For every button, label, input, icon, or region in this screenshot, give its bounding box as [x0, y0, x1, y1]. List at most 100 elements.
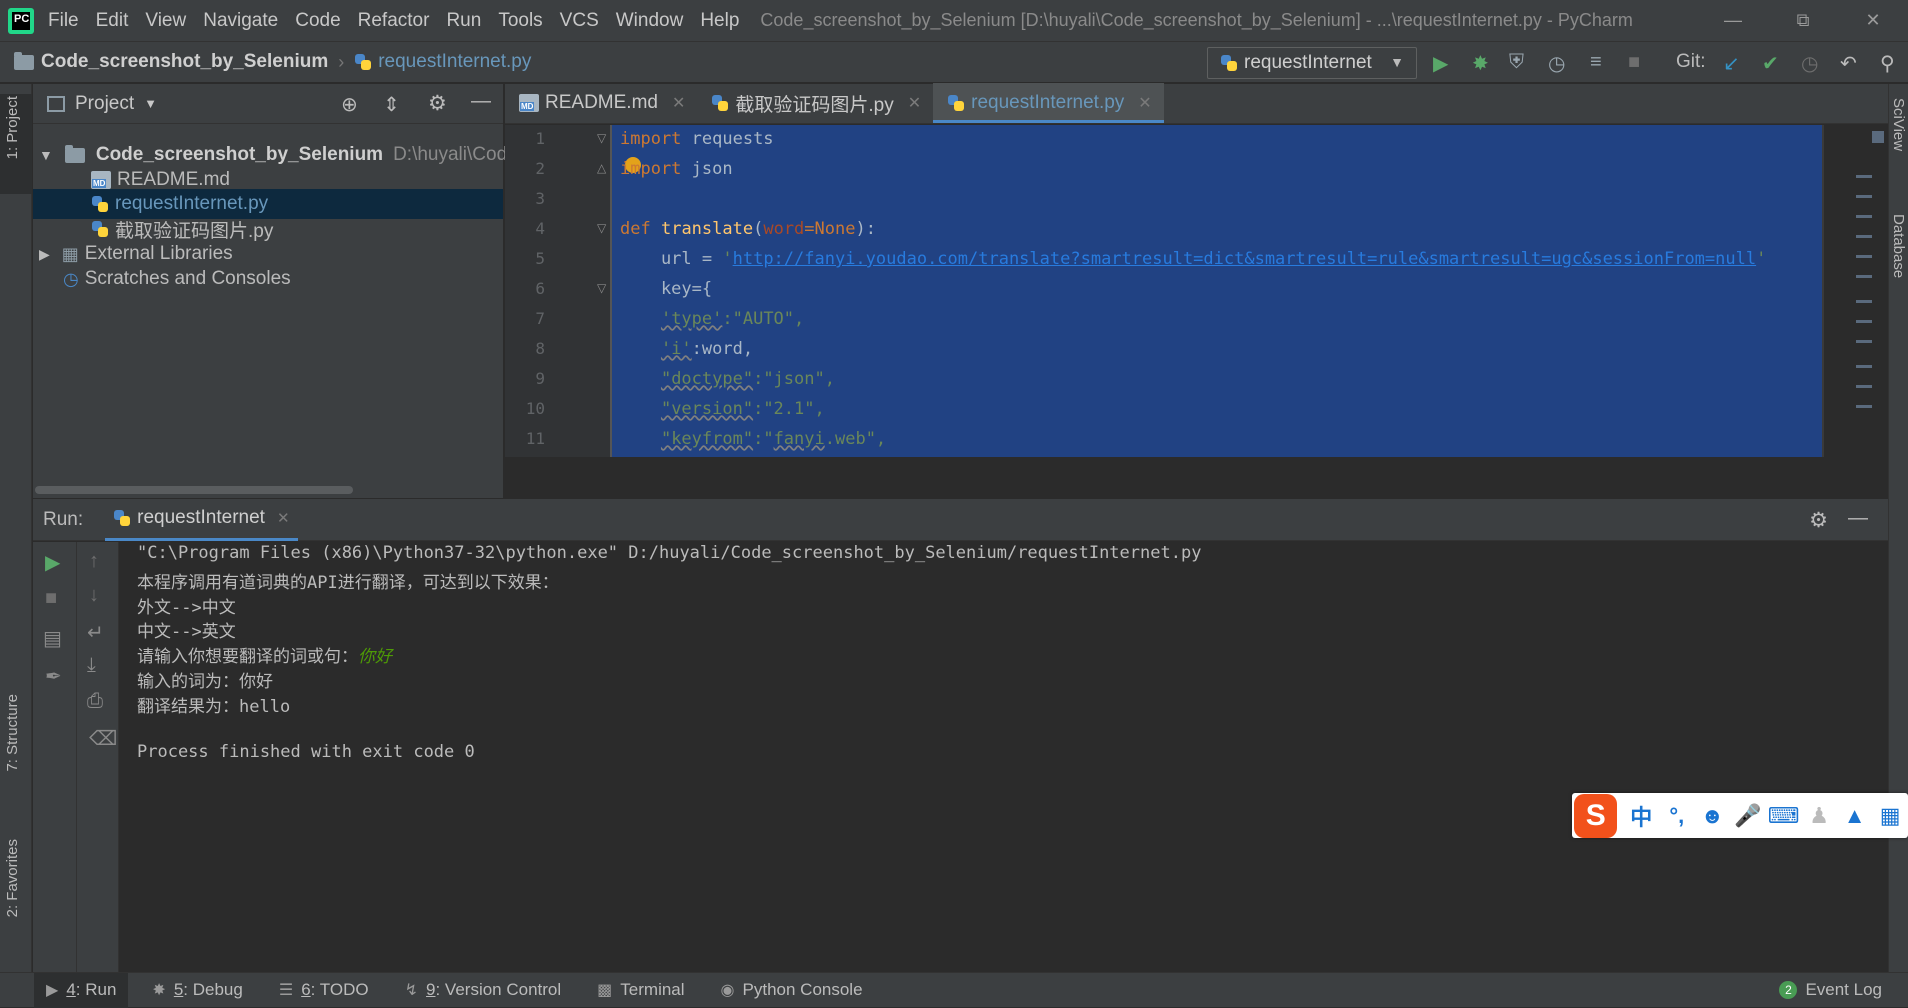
ime-punctuation-toggle[interactable]: °,	[1659, 803, 1695, 829]
right-tool-strip: SciView Database	[1888, 84, 1908, 972]
bottom-tab-python-console[interactable]: ◉ Python Console	[709, 973, 875, 1008]
tab-requestinternet[interactable]: requestInternet.py ✕	[933, 83, 1164, 123]
scratches-icon: ◷	[63, 268, 79, 289]
minimize-button[interactable]: —	[1698, 0, 1768, 41]
inspection-status-icon[interactable]	[1872, 131, 1884, 143]
profile-icon[interactable]: ◷	[1548, 51, 1565, 76]
run-icon[interactable]: ▶	[1433, 51, 1448, 76]
stop-icon[interactable]: ■	[1628, 51, 1640, 74]
bottom-tab-run[interactable]: ▶ 4: Run	[34, 972, 129, 1008]
editor-scroll-markers[interactable]	[1822, 125, 1888, 457]
collapse-all-icon[interactable]: ⇕	[383, 92, 400, 117]
skin-icon[interactable]: ▲	[1837, 803, 1873, 829]
menu-navigate[interactable]: Navigate	[203, 10, 278, 32]
menu-code[interactable]: Code	[295, 10, 340, 32]
hide-panel-icon[interactable]: —	[471, 90, 491, 113]
search-icon[interactable]: ⚲	[1880, 51, 1895, 76]
down-arrow-icon[interactable]: ↓	[89, 584, 99, 607]
trash-icon[interactable]: ⌫	[89, 726, 117, 751]
event-log-button[interactable]: 2 Event Log	[1767, 973, 1894, 1008]
tool-tab-structure[interactable]: 7: Structure	[4, 694, 21, 772]
fold-icon[interactable]: ▽	[597, 131, 606, 145]
close-tab-icon[interactable]: ✕	[1138, 93, 1151, 113]
hide-panel-icon[interactable]: —	[1848, 507, 1868, 530]
console-output[interactable]: "C:\Program Files (x86)\Python37-32\pyth…	[137, 543, 1877, 963]
gear-icon[interactable]: ⚙	[428, 91, 447, 116]
tool-tab-database[interactable]: Database	[1890, 214, 1907, 278]
line-number: 1	[535, 129, 545, 148]
close-tab-icon[interactable]: ✕	[277, 509, 290, 527]
git-update-icon[interactable]: ↙	[1723, 51, 1740, 76]
editor-panel: README.md ✕ 截取验证码图片.py ✕ requestInternet…	[505, 83, 1888, 498]
rollback-icon[interactable]: ↶	[1840, 51, 1857, 76]
menu-file[interactable]: File	[48, 10, 79, 32]
soft-wrap-icon[interactable]: ↵	[87, 620, 104, 645]
folder-icon	[14, 51, 34, 70]
code-area[interactable]: import requests import json def translat…	[612, 125, 1822, 457]
concurrency-icon[interactable]: ≡	[1590, 51, 1602, 74]
menu-refactor[interactable]: Refactor	[358, 10, 430, 32]
keyboard-icon[interactable]: ⌨	[1766, 803, 1802, 829]
breadcrumb-file[interactable]: requestInternet.py	[354, 51, 531, 73]
bottom-tab-debug[interactable]: ✸ 5: Debug	[140, 973, 254, 1008]
menu-help[interactable]: Help	[700, 10, 739, 32]
menu-window[interactable]: Window	[616, 10, 684, 32]
tree-scratches[interactable]: ◷ Scratches and Consoles	[63, 264, 291, 294]
print-icon[interactable]: ⎙	[87, 690, 103, 713]
coverage-icon[interactable]: ⛨	[1509, 51, 1524, 74]
code-line-10: "version":"2.1",	[660, 399, 825, 419]
breadcrumb-project[interactable]: Code_screenshot_by_Selenium	[14, 51, 328, 73]
fold-icon[interactable]: ▽	[597, 281, 606, 295]
chevron-down-icon[interactable]: ▼	[144, 96, 157, 111]
gear-icon[interactable]: ⚙	[1809, 508, 1828, 533]
line-number: 4	[535, 219, 545, 238]
horizontal-scrollbar[interactable]	[35, 486, 353, 494]
tab-captcha-script[interactable]: 截取验证码图片.py ✕	[697, 83, 933, 123]
project-view-selector[interactable]: Project	[75, 93, 134, 115]
line-number: 2	[535, 159, 545, 178]
scroll-to-end-icon[interactable]: ⤓	[87, 654, 96, 677]
run-tab[interactable]: requestInternet ✕	[105, 499, 298, 541]
line-number: 6	[535, 279, 545, 298]
scroll-mark	[1856, 275, 1872, 278]
git-commit-icon[interactable]: ✔	[1762, 51, 1779, 76]
menu-vcs[interactable]: VCS	[560, 10, 599, 32]
code-line-9: "doctype":"json",	[660, 369, 835, 389]
close-tab-icon[interactable]: ✕	[908, 93, 921, 113]
microphone-icon[interactable]: 🎤	[1730, 803, 1766, 829]
stop-icon[interactable]: ■	[45, 587, 57, 610]
close-window-button[interactable]: ✕	[1838, 0, 1908, 41]
up-arrow-icon[interactable]: ↑	[89, 550, 99, 573]
tool-tab-favorites[interactable]: 2: Favorites	[4, 839, 21, 917]
bottom-tab-terminal[interactable]: ▩ Terminal	[585, 973, 696, 1008]
rerun-icon[interactable]: ▶	[45, 550, 60, 575]
pin-icon[interactable]: ✒	[45, 664, 62, 689]
ime-mode-toggle[interactable]: 中	[1623, 800, 1659, 832]
fold-icon[interactable]: △	[597, 161, 606, 175]
bottom-tab-todo[interactable]: ☰ 6: TODO	[267, 973, 381, 1008]
close-tab-icon[interactable]: ✕	[672, 93, 685, 113]
tool-tab-project[interactable]: 1: Project	[4, 96, 21, 159]
tab-readme[interactable]: README.md ✕	[505, 83, 697, 123]
user-icon[interactable]: ♟	[1801, 803, 1837, 829]
scroll-mark	[1856, 340, 1872, 343]
scroll-mark	[1856, 255, 1872, 258]
toolbox-icon[interactable]: ▦	[1872, 803, 1908, 829]
menu-tools[interactable]: Tools	[498, 10, 542, 32]
menu-edit[interactable]: Edit	[96, 10, 129, 32]
bottom-tab-version-control[interactable]: ↯ 9: Version Control	[393, 973, 574, 1008]
restore-button[interactable]: ⧉	[1768, 0, 1838, 41]
scroll-mark	[1856, 195, 1872, 198]
run-configuration-select[interactable]: requestInternet ▼	[1207, 47, 1417, 79]
locate-icon[interactable]: ⊕	[341, 92, 358, 117]
code-line-5: url = 'http://fanyi.youdao.com/translate…	[620, 249, 1767, 269]
fold-icon[interactable]: ▽	[597, 221, 606, 235]
restore-layout-icon[interactable]: ▤	[43, 626, 62, 651]
tool-tab-sciview[interactable]: SciView	[1890, 98, 1907, 151]
debug-icon[interactable]: ✸	[1472, 51, 1489, 76]
menu-run[interactable]: Run	[446, 10, 481, 32]
emoji-icon[interactable]: ☻	[1695, 803, 1731, 829]
menu-view[interactable]: View	[145, 10, 186, 32]
sogou-logo-icon[interactable]: S	[1574, 793, 1618, 838]
git-history-icon[interactable]: ◷	[1801, 51, 1818, 76]
